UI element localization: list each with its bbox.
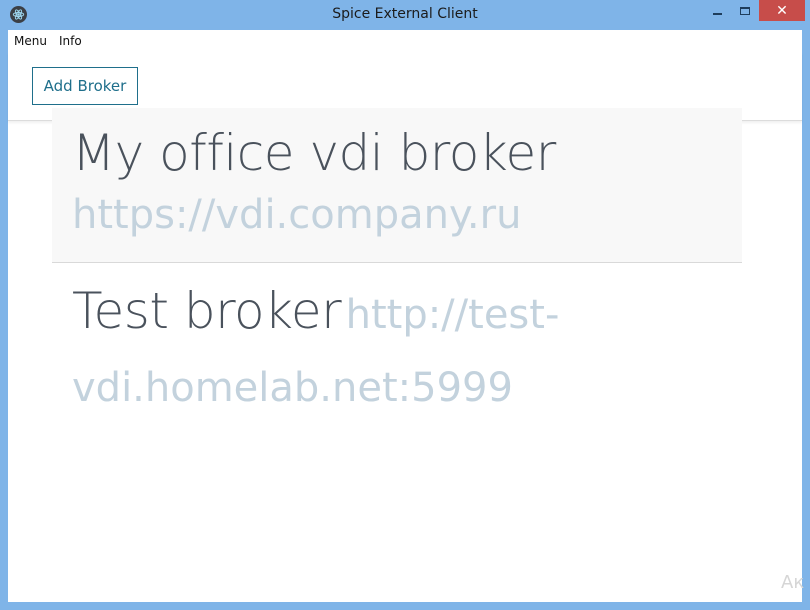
minimize-icon <box>712 12 722 15</box>
broker-url: http://test- <box>345 292 560 338</box>
menu-bar: Menu Info <box>8 30 802 52</box>
add-broker-button[interactable]: Add Broker <box>32 67 138 105</box>
menu-item-info[interactable]: Info <box>59 34 88 48</box>
broker-url: https://vdi.company.ru <box>72 192 522 238</box>
close-button[interactable]: ✕ <box>759 0 805 21</box>
maximize-icon <box>740 6 750 15</box>
broker-name: My office vdi broker <box>72 124 556 182</box>
broker-item[interactable]: My office vdi broker https://vdi.company… <box>52 108 742 263</box>
activation-watermark: Ак <box>781 572 805 593</box>
electron-app-icon <box>10 6 27 23</box>
broker-item[interactable]: Test broker http://test- vdi.homelab.net… <box>52 263 742 429</box>
maximize-button[interactable] <box>731 0 759 21</box>
menu-item-menu[interactable]: Menu <box>14 34 53 48</box>
title-bar[interactable]: Spice External Client ✕ <box>0 0 810 30</box>
broker-name: Test broker <box>72 282 342 340</box>
broker-list: My office vdi broker https://vdi.company… <box>52 108 742 429</box>
minimize-button[interactable] <box>703 0 731 21</box>
close-icon: ✕ <box>776 2 788 19</box>
window-title: Spice External Client <box>332 6 478 22</box>
broker-url-continued: vdi.homelab.net:5999 <box>72 365 513 411</box>
app-window: Spice External Client ✕ Menu Info Add Br… <box>0 0 810 610</box>
